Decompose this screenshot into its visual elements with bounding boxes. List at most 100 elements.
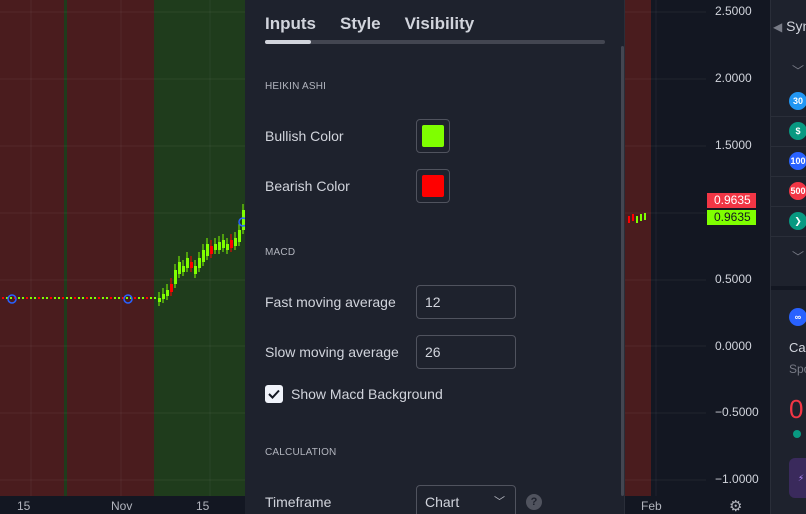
chevron-down-icon[interactable]: ﹀ xyxy=(792,62,804,79)
lightning-icon[interactable]: ⚡ xyxy=(789,458,806,498)
candle xyxy=(54,297,56,299)
price-tick: 0.0000 xyxy=(715,339,752,353)
divider xyxy=(771,206,806,207)
watchlist-panel: ◀ Syn ﹀ 30 $ 100 500 ❯ ﹀ ∞ Car Spo 0 ⚡ xyxy=(770,0,806,514)
candle xyxy=(214,244,217,250)
candle xyxy=(182,266,185,272)
candle xyxy=(178,262,181,274)
help-icon[interactable]: ? xyxy=(526,494,542,510)
candle xyxy=(210,246,213,254)
time-tick: 15 xyxy=(17,499,31,513)
macd-background-band xyxy=(0,0,64,496)
last-price-tag-bullish: 0.9635 xyxy=(707,210,756,225)
price-tick: −1.0000 xyxy=(715,472,759,486)
candle xyxy=(134,297,136,299)
candle xyxy=(118,297,120,299)
tab-inputs[interactable]: Inputs xyxy=(265,14,316,34)
candle xyxy=(2,297,4,299)
candle xyxy=(82,297,84,299)
candle xyxy=(202,250,205,262)
section-macd: MACD xyxy=(265,247,296,258)
chevron-down-icon: ﹀ xyxy=(494,496,505,508)
watchlist-header[interactable]: ◀ Syn xyxy=(771,18,806,34)
candle xyxy=(62,297,64,299)
candle xyxy=(162,294,165,299)
candle xyxy=(644,213,646,220)
fast-ma-label: Fast moving average xyxy=(265,294,396,310)
symbol-name: Car xyxy=(789,340,806,355)
divider xyxy=(771,176,806,177)
tab-visibility[interactable]: Visibility xyxy=(405,14,475,34)
candle xyxy=(166,290,169,296)
settings-tabs: Inputs Style Visibility xyxy=(265,14,474,34)
bearish-color-picker[interactable] xyxy=(416,169,450,203)
candle xyxy=(110,297,112,299)
price-tick: 2.5000 xyxy=(715,4,752,18)
panel-scrollbar[interactable] xyxy=(621,46,624,496)
timeframe-value: Chart xyxy=(425,494,460,510)
symbol-badge[interactable]: 30 xyxy=(789,92,806,110)
chevron-down-icon[interactable]: ﹀ xyxy=(792,248,804,265)
time-tick: Nov xyxy=(111,499,133,513)
candle xyxy=(628,216,630,223)
active-tab-indicator xyxy=(265,40,311,44)
candle xyxy=(74,297,76,299)
macd-background-band xyxy=(67,0,154,496)
section-heikin-ashi: HEIKIN ASHI xyxy=(265,81,327,92)
show-macd-background-label[interactable]: Show Macd Background xyxy=(291,386,443,402)
candle xyxy=(86,297,88,299)
time-tick: Feb xyxy=(641,499,662,513)
price-tick: 0.5000 xyxy=(715,272,752,286)
candle xyxy=(38,297,40,299)
bullish-color-picker[interactable] xyxy=(416,119,450,153)
candle xyxy=(632,214,634,221)
candle xyxy=(138,297,140,299)
time-tick: 15 xyxy=(196,499,210,513)
check-icon xyxy=(268,389,280,399)
candle xyxy=(194,266,197,274)
candle xyxy=(22,297,24,299)
candle xyxy=(90,297,92,299)
bullish-color-swatch xyxy=(422,125,444,147)
price-axis[interactable]: 2.5000 2.0000 1.5000 0.5000 0.0000 −0.50… xyxy=(706,0,770,496)
macd-background-band xyxy=(625,0,651,496)
bullish-color-label: Bullish Color xyxy=(265,128,344,144)
candle xyxy=(146,297,148,299)
macd-background-band xyxy=(64,0,67,496)
last-price-tag-bearish: 0.9635 xyxy=(707,193,756,208)
symbol-badge[interactable]: ❯ xyxy=(789,212,806,230)
candle xyxy=(238,230,241,242)
candle xyxy=(150,297,152,299)
tab-style[interactable]: Style xyxy=(340,14,381,34)
candle xyxy=(18,297,20,299)
candle xyxy=(230,240,233,248)
divider xyxy=(771,116,806,117)
candle xyxy=(98,297,100,299)
timeframe-select[interactable]: Chart ﹀ xyxy=(416,485,516,514)
symbol-badge[interactable]: 100 xyxy=(789,152,806,170)
candle xyxy=(46,297,48,299)
candle xyxy=(222,240,225,248)
price-tick: 1.5000 xyxy=(715,138,752,152)
price-tick: −0.5000 xyxy=(715,405,759,419)
candle xyxy=(174,270,177,284)
slow-ma-input[interactable]: 26 xyxy=(416,335,516,369)
candle xyxy=(158,298,161,302)
price-tick: 2.0000 xyxy=(715,71,752,85)
candle xyxy=(42,297,44,299)
gear-icon[interactable]: ⚙ xyxy=(729,499,745,514)
candle xyxy=(66,297,68,299)
symbol-badge[interactable]: 500 xyxy=(789,182,806,200)
drag-handle-icon[interactable]: ◀ xyxy=(773,20,782,34)
candle xyxy=(114,297,116,299)
candle xyxy=(226,244,229,250)
fast-ma-input[interactable]: 12 xyxy=(416,285,516,319)
candle xyxy=(640,214,642,221)
candle xyxy=(206,244,209,256)
symbol-badge[interactable]: $ xyxy=(789,122,806,140)
candle xyxy=(106,297,108,299)
show-macd-background-checkbox[interactable] xyxy=(265,385,283,403)
candle xyxy=(190,262,193,268)
candle xyxy=(30,297,32,299)
candle xyxy=(70,297,72,299)
